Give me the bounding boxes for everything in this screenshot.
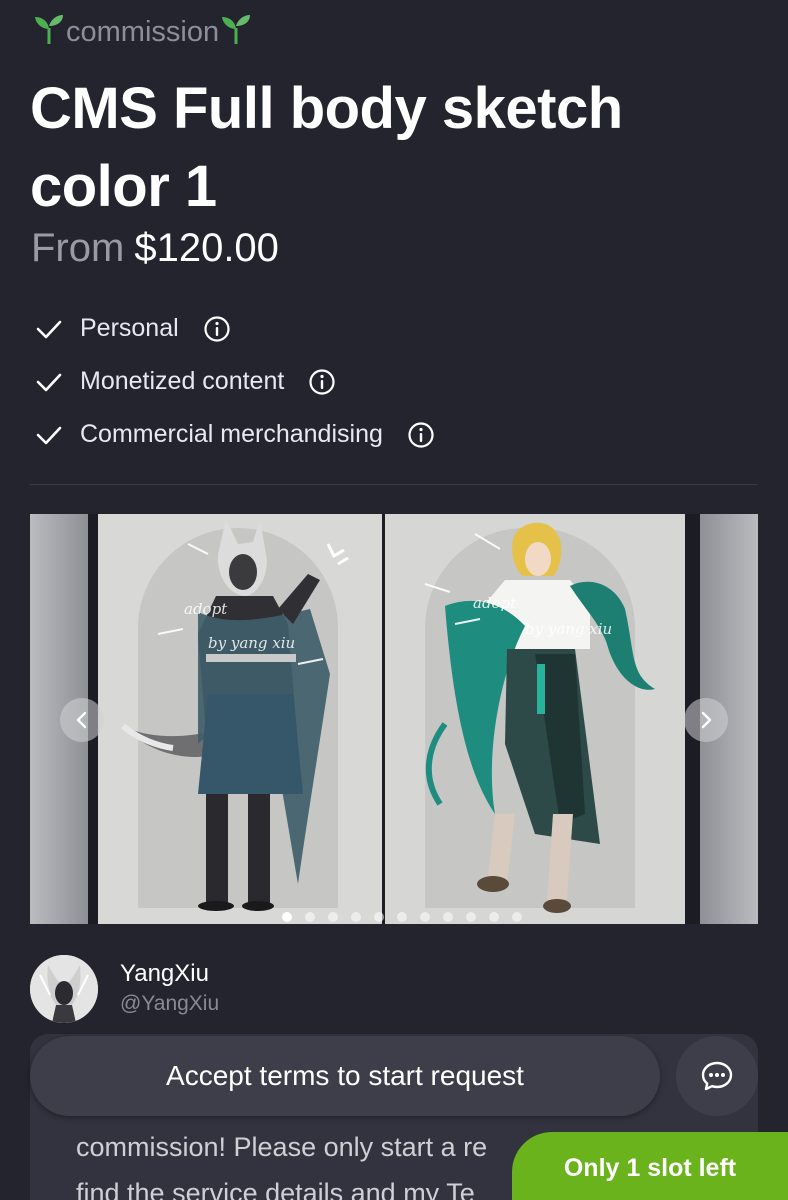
pagination-dot[interactable] xyxy=(489,912,499,922)
usage-right-label: Personal xyxy=(80,314,179,342)
info-icon[interactable] xyxy=(407,421,435,449)
carousel-prev-button[interactable] xyxy=(60,698,104,742)
seedling-icon xyxy=(32,12,66,53)
carousel-pagination xyxy=(282,912,522,922)
category-eyebrow: commission xyxy=(32,12,253,53)
check-icon xyxy=(36,426,62,444)
accept-terms-button[interactable]: Accept terms to start request xyxy=(30,1036,660,1116)
price-amount: $120.00 xyxy=(134,226,279,270)
usage-right-monetized: Monetized content xyxy=(34,355,435,408)
pagination-dot[interactable] xyxy=(351,912,361,922)
pagination-dot[interactable] xyxy=(466,912,476,922)
carousel-image[interactable]: adopt by yang xiu xyxy=(98,514,382,924)
check-icon xyxy=(36,320,62,338)
artist-handle[interactable]: @YangXiu xyxy=(120,992,219,1016)
info-icon[interactable] xyxy=(308,368,336,396)
avatar-illustration xyxy=(30,955,98,1023)
check-icon xyxy=(36,373,62,391)
pagination-dot[interactable] xyxy=(328,912,338,922)
pagination-dot[interactable] xyxy=(420,912,430,922)
avatar[interactable] xyxy=(30,955,98,1023)
watermark-text: by yang xiu xyxy=(525,620,613,638)
pagination-dot[interactable] xyxy=(282,912,292,922)
pagination-dot[interactable] xyxy=(374,912,384,922)
watermark-text: adopt xyxy=(473,594,517,612)
slots-remaining-badge: Only 1 slot left xyxy=(512,1132,788,1200)
watermark-text: adopt xyxy=(184,600,228,618)
pagination-dot[interactable] xyxy=(305,912,315,922)
category-label: commission xyxy=(66,16,220,48)
artist-name[interactable]: YangXiu xyxy=(120,960,209,988)
carousel-image[interactable]: adopt by yang xiu xyxy=(385,514,685,924)
listing-title: CMS Full body sketch color 1 xyxy=(30,76,623,219)
image-carousel[interactable]: adopt by yang xiu adopt by yang xiu xyxy=(30,514,758,924)
usage-rights-list: Personal Monetized content Commercial me… xyxy=(34,302,435,461)
usage-right-personal: Personal xyxy=(34,302,435,355)
character-illustration xyxy=(121,519,349,911)
chat-button[interactable] xyxy=(676,1036,758,1116)
seedling-icon xyxy=(219,12,253,53)
chevron-left-icon xyxy=(76,711,87,729)
chevron-right-icon xyxy=(701,711,712,729)
price-prefix: From xyxy=(31,226,125,270)
chat-bubble-icon xyxy=(701,1061,733,1091)
pagination-dot[interactable] xyxy=(397,912,407,922)
carousel-next-button[interactable] xyxy=(684,698,728,742)
usage-right-commercial: Commercial merchandising xyxy=(34,408,435,461)
pagination-dot[interactable] xyxy=(443,912,453,922)
usage-right-label: Commercial merchandising xyxy=(80,420,383,448)
section-divider xyxy=(30,484,758,485)
pagination-dot[interactable] xyxy=(512,912,522,922)
character-illustration xyxy=(424,522,655,913)
info-icon[interactable] xyxy=(203,315,231,343)
price-line: From $120.00 xyxy=(31,226,279,271)
watermark-text: by yang xiu xyxy=(208,634,296,652)
usage-right-label: Monetized content xyxy=(80,367,285,395)
